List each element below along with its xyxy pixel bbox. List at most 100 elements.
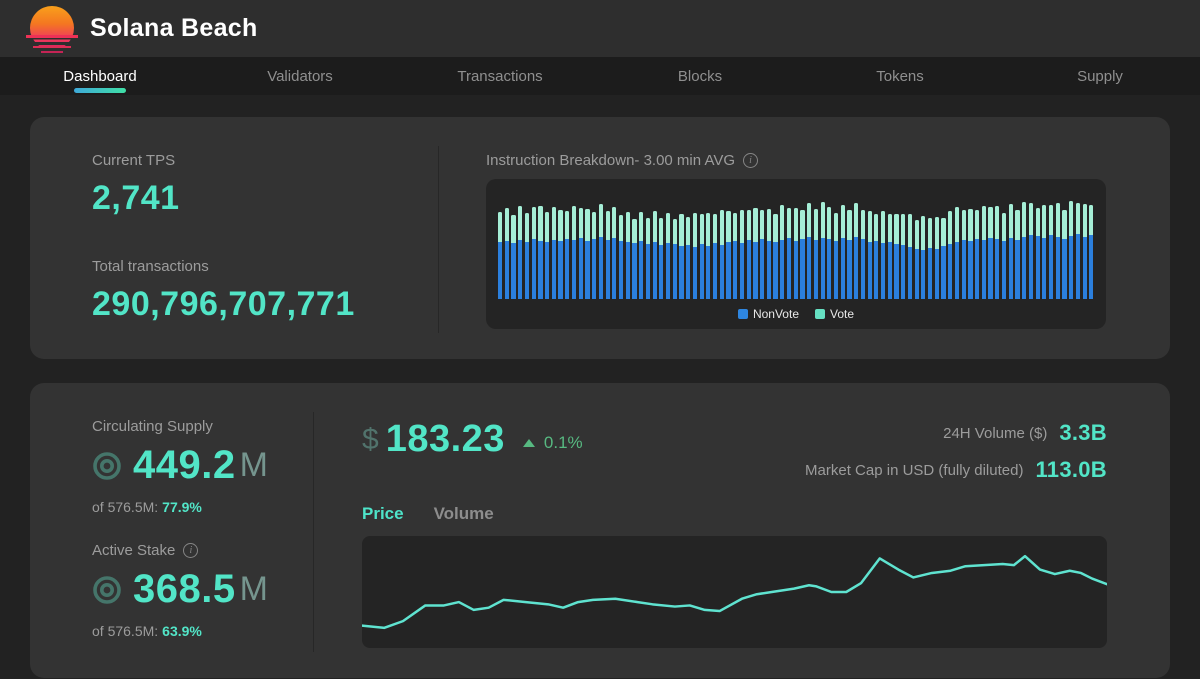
nav-label: Validators — [267, 68, 333, 85]
up-triangle-icon — [523, 439, 535, 447]
market-cap-label: Market Cap in USD (fully diluted) — [805, 462, 1023, 479]
stacked-bar — [868, 211, 872, 299]
stacked-bar — [982, 206, 986, 299]
stacked-bar — [1069, 201, 1073, 299]
active-stake-unit: M — [240, 570, 268, 609]
total-transactions-block: Total transactions 290,796,707,771 — [92, 258, 438, 324]
legend-item-vote[interactable]: Vote — [815, 307, 854, 321]
stacked-bar — [935, 217, 939, 299]
stacked-bar — [894, 214, 898, 299]
stacked-bar — [511, 215, 515, 299]
current-tps-value: 2,741 — [92, 179, 438, 218]
sunset-logo-icon[interactable] — [26, 2, 78, 56]
instruction-chart-panel: NonVote Vote — [486, 179, 1106, 329]
stacked-bar — [592, 212, 596, 299]
sol-price: $ 183.23 0.1% — [362, 418, 583, 461]
network-stats-column: Current TPS 2,741 Total transactions 290… — [30, 152, 438, 329]
tab-price[interactable]: Price — [362, 504, 404, 524]
nonvote-swatch-icon — [738, 309, 748, 319]
stacked-bar — [1049, 205, 1053, 299]
legend-label-vote: Vote — [830, 307, 854, 321]
app-header: Solana Beach — [0, 0, 1200, 57]
nav-item-transactions[interactable]: Transactions — [400, 57, 600, 95]
active-stake-label: Active Stake — [92, 542, 175, 559]
price-chart-panel — [362, 536, 1107, 648]
stacked-bar — [821, 202, 825, 299]
stacked-bar — [1056, 203, 1060, 299]
supply-column: Circulating Supply 449.2 M of 576.5M:77.… — [30, 418, 313, 648]
circulating-supply-sub: of 576.5M:77.9% — [92, 499, 313, 515]
market-card: Circulating Supply 449.2 M of 576.5M:77.… — [30, 383, 1170, 678]
volume-24h-label: 24H Volume ($) — [943, 425, 1047, 442]
total-transactions-label: Total transactions — [92, 258, 438, 275]
stacked-bar — [505, 208, 509, 299]
app-title[interactable]: Solana Beach — [90, 14, 258, 43]
stacked-bar — [626, 212, 630, 299]
vote-swatch-icon — [815, 309, 825, 319]
nav-item-supply[interactable]: Supply — [1000, 57, 1200, 95]
stacked-bar — [713, 214, 717, 299]
active-stake-block: Active Stake 368.5 M of 576.5M:63.9% — [92, 542, 313, 639]
stacked-bar — [780, 205, 784, 299]
stacked-bar — [901, 214, 905, 299]
main-nav: Dashboard Validators Transactions Blocks… — [0, 57, 1200, 95]
stacked-bar — [612, 207, 616, 299]
nav-item-blocks[interactable]: Blocks — [600, 57, 800, 95]
stacked-bar — [565, 211, 569, 299]
stacked-bar — [558, 210, 562, 299]
wave-shape — [41, 51, 63, 54]
stacked-bar — [659, 218, 663, 299]
stacked-bar — [706, 213, 710, 299]
stacked-bar — [572, 206, 576, 299]
stake-percent: 63.9% — [162, 623, 202, 639]
stacked-bar — [908, 214, 912, 299]
stacked-bar — [726, 211, 730, 299]
stacked-bar — [847, 210, 851, 299]
stacked-bar — [975, 210, 979, 299]
stacked-bar — [552, 207, 556, 299]
tab-volume[interactable]: Volume — [434, 504, 494, 524]
stacked-bar — [1083, 204, 1087, 299]
network-stats-card: Current TPS 2,741 Total transactions 290… — [30, 117, 1170, 359]
stacked-bar — [874, 214, 878, 299]
current-tps-block: Current TPS 2,741 — [92, 152, 438, 218]
price-change-value: 0.1% — [544, 433, 583, 453]
instruction-breakdown-section: Instruction Breakdown- 3.00 min AVG NonV… — [439, 152, 1170, 329]
stacked-bar — [1089, 205, 1093, 299]
nav-item-tokens[interactable]: Tokens — [800, 57, 1000, 95]
stacked-bar — [518, 206, 522, 299]
nav-item-validators[interactable]: Validators — [200, 57, 400, 95]
stacked-bar — [532, 207, 536, 299]
circulating-supply-label: Circulating Supply — [92, 418, 213, 435]
stacked-bar — [673, 219, 677, 299]
stacked-bar — [827, 207, 831, 299]
stacked-bar — [646, 218, 650, 299]
stacked-bar — [1036, 208, 1040, 299]
info-icon[interactable] — [183, 543, 198, 558]
stacked-bar — [753, 208, 757, 299]
stacked-bar — [767, 209, 771, 299]
market-metrics: 24H Volume ($) 3.3B Market Cap in USD (f… — [805, 418, 1107, 492]
stacked-bar — [545, 212, 549, 299]
price-currency-symbol: $ — [362, 423, 379, 457]
supply-fraction-label: of 576.5M: — [92, 499, 158, 515]
stacked-bar — [1009, 204, 1013, 299]
supply-percent: 77.9% — [162, 499, 202, 515]
wave-shape — [26, 35, 78, 38]
stacked-bar — [700, 214, 704, 299]
nav-item-dashboard[interactable]: Dashboard — [0, 57, 200, 95]
info-icon[interactable] — [743, 153, 758, 168]
legend-item-nonvote[interactable]: NonVote — [738, 307, 799, 321]
market-cap-value: 113.0B — [1035, 457, 1107, 483]
price-value: 183.23 — [386, 418, 505, 461]
stacked-bar — [794, 208, 798, 299]
stacked-bar — [1002, 213, 1006, 299]
stacked-bar — [962, 210, 966, 299]
stacked-bar — [1015, 210, 1019, 299]
stacked-bar — [995, 206, 999, 299]
stacked-bar — [773, 214, 777, 299]
stacked-bar — [861, 210, 865, 299]
stacked-bar — [941, 218, 945, 299]
stacked-bar — [498, 212, 502, 299]
stacked-bar — [948, 211, 952, 299]
